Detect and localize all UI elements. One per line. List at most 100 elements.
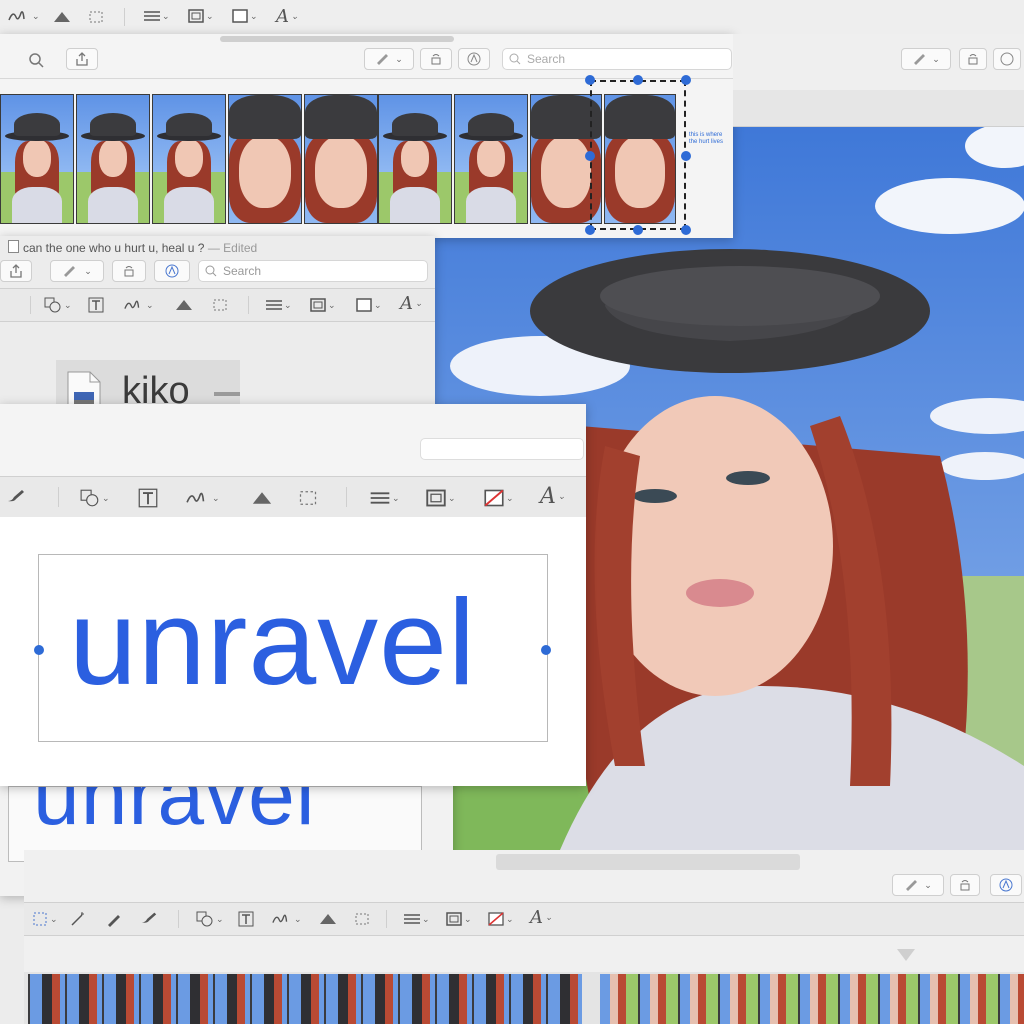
lines-icon[interactable]: ⌄	[144, 10, 170, 22]
search-input[interactable]: Search	[198, 260, 428, 282]
fill-icon[interactable]: ⌄	[232, 9, 258, 23]
rotate-button[interactable]	[950, 874, 980, 896]
markup-button[interactable]	[990, 874, 1022, 896]
thumbnail[interactable]	[76, 94, 150, 224]
text-window: ⌄ ⌄ ⌄ ⌄ ⌄ A ⌄ unravel	[0, 404, 586, 786]
font-icon[interactable]: A ⌄	[540, 484, 565, 509]
signature-icon[interactable]: ⌄	[186, 490, 220, 506]
signature-icon[interactable]: ⌄	[8, 9, 40, 23]
text-box-icon[interactable]	[138, 488, 158, 508]
shapes-icon[interactable]: ⌄	[196, 911, 224, 927]
rotate-button[interactable]	[112, 260, 146, 282]
toolbar-divider	[124, 8, 125, 26]
share-button[interactable]	[66, 48, 98, 70]
shapes-icon[interactable]: ⌄	[44, 297, 72, 313]
search-input[interactable]	[420, 438, 584, 460]
shapes-icon[interactable]: ⌄	[80, 489, 110, 507]
pen-button[interactable]: ⌄	[892, 874, 944, 896]
brush-icon[interactable]	[6, 489, 26, 503]
adjust-color-icon[interactable]	[250, 490, 274, 506]
markup-toolbar: ⌄ ⌄ ⌄ ⌄ ⌄ ⌄ A ⌄	[24, 902, 1024, 936]
thumbnail[interactable]	[228, 94, 302, 224]
markup-icon	[999, 878, 1013, 892]
text-box-left-handle[interactable]	[34, 645, 44, 655]
markup-button[interactable]	[154, 260, 190, 282]
markup-button[interactable]	[458, 48, 490, 70]
crop-icon[interactable]	[298, 489, 318, 507]
scroll-track	[496, 854, 800, 870]
border-icon[interactable]: ⌄	[446, 912, 472, 926]
window-title-text: can the one who u hurt u, heal u ?	[23, 241, 205, 255]
brush-icon[interactable]	[140, 911, 158, 925]
fill-icon[interactable]: ⌄	[484, 489, 514, 507]
markup-toolbar: ⌄ ⌄ ⌄ ⌄ ⌄ A ⌄	[0, 289, 435, 322]
selection-box[interactable]	[590, 80, 686, 230]
pen-button[interactable]: ⌄	[901, 48, 951, 70]
selection-icon[interactable]: ⌄	[32, 911, 58, 927]
border-icon[interactable]: ⌄	[426, 489, 456, 507]
share-button[interactable]	[0, 260, 32, 282]
search-icon	[205, 265, 217, 277]
thumbnail[interactable]	[454, 94, 528, 224]
fill-icon[interactable]: ⌄	[488, 912, 514, 926]
text-box-right-handle[interactable]	[541, 645, 551, 655]
signature-icon[interactable]: ⌄	[124, 298, 154, 312]
playhead-icon[interactable]	[896, 948, 916, 962]
rotate-icon	[960, 880, 970, 891]
resize-handle[interactable]	[633, 75, 643, 85]
filmstrip	[24, 972, 1024, 1024]
thumbnail[interactable]	[152, 94, 226, 224]
resize-handle[interactable]	[585, 75, 595, 85]
bottom-window: ⌄ ⌄ ⌄ ⌄ ⌄ ⌄ ⌄ A ⌄	[24, 850, 1024, 1024]
toolbar-divider	[386, 910, 387, 928]
markup-button[interactable]	[993, 48, 1021, 70]
crop-icon[interactable]	[212, 298, 228, 312]
crop-icon[interactable]	[354, 912, 370, 926]
search-input[interactable]: Search	[502, 48, 732, 70]
magic-wand-icon[interactable]	[70, 911, 86, 927]
toolbar-divider	[248, 296, 249, 314]
filmstrip-frames-right[interactable]	[600, 974, 1024, 1024]
rotate-icon	[431, 54, 441, 65]
thumbnail[interactable]	[0, 94, 74, 224]
pen-button[interactable]: ⌄	[50, 260, 104, 282]
adjust-color-icon[interactable]	[52, 10, 72, 24]
resize-handle[interactable]	[585, 151, 595, 161]
adjust-color-icon[interactable]	[174, 298, 194, 312]
resize-handle[interactable]	[681, 75, 691, 85]
border-icon[interactable]: ⌄	[310, 298, 336, 312]
resize-handle[interactable]	[633, 225, 643, 235]
lines-icon[interactable]: ⌄	[266, 299, 292, 311]
rotate-button[interactable]	[959, 48, 987, 70]
pen-icon[interactable]	[106, 911, 122, 927]
adjust-color-icon[interactable]	[318, 912, 338, 926]
resize-handle[interactable]	[681, 151, 691, 161]
filmstrip-frames-left[interactable]	[28, 974, 582, 1024]
lines-icon[interactable]: ⌄	[370, 491, 400, 505]
font-icon[interactable]: A ⌄	[530, 907, 553, 928]
rotate-icon	[124, 266, 134, 277]
top-markup-toolbar: ⌄ ⌄ ⌄ ⌄ A ⌄	[0, 0, 1024, 35]
crop-icon[interactable]	[88, 10, 104, 24]
thumbnail[interactable]	[378, 94, 452, 224]
text-box-icon[interactable]	[88, 297, 104, 313]
resize-handle[interactable]	[585, 225, 595, 235]
signature-icon[interactable]: ⌄	[272, 912, 302, 926]
font-icon[interactable]: A ⌄	[276, 6, 299, 27]
window-titlebar-scroll	[220, 36, 454, 42]
lines-icon[interactable]: ⌄	[404, 913, 430, 925]
zoom-icon[interactable]	[28, 52, 44, 68]
text-box[interactable]: unravel	[38, 554, 548, 742]
border-icon[interactable]: ⌄	[188, 9, 214, 23]
pen-button[interactable]: ⌄	[364, 48, 414, 70]
font-icon[interactable]: A ⌄	[400, 293, 423, 314]
thumbnail[interactable]	[304, 94, 378, 224]
background-window-subbar	[733, 90, 1024, 127]
search-placeholder: Search	[223, 264, 262, 278]
resize-handle[interactable]	[681, 225, 691, 235]
fill-icon[interactable]: ⌄	[356, 298, 382, 312]
background-window-toolbar: ⌄	[733, 34, 1024, 91]
rotate-button[interactable]	[420, 48, 452, 70]
text-box-icon[interactable]	[238, 911, 254, 927]
edited-label: — Edited	[207, 241, 258, 255]
